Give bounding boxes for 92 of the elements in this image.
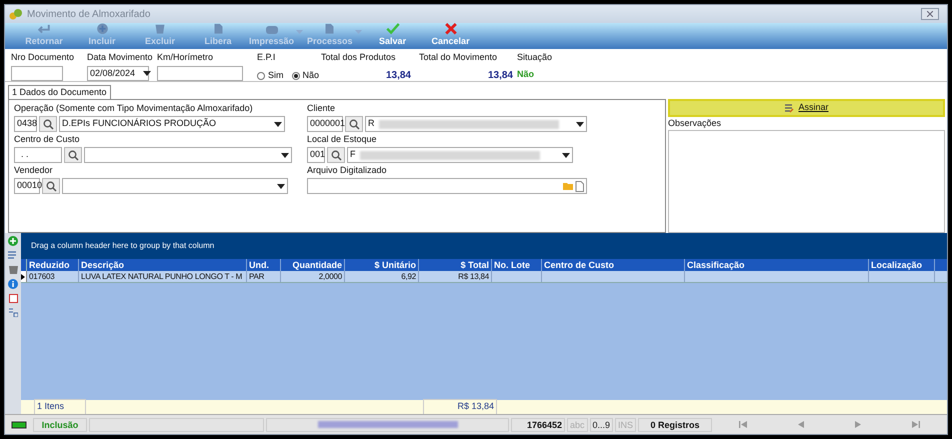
row-pointer-icon	[21, 274, 25, 280]
last-icon	[912, 421, 920, 428]
caret-icon	[143, 71, 152, 76]
search-icon	[330, 150, 342, 160]
caret-icon	[576, 122, 584, 126]
total-value: 13,84	[486, 69, 514, 83]
dropdown-value: F	[350, 148, 356, 162]
trash-icon[interactable]	[8, 265, 18, 274]
code-field[interactable]: . .	[14, 147, 62, 163]
field-label: Situação	[517, 51, 552, 64]
file-field[interactable]	[307, 178, 587, 194]
close-button[interactable]	[921, 8, 939, 20]
check-icon	[386, 23, 400, 34]
first-icon	[738, 421, 747, 428]
document-icon	[575, 180, 584, 192]
search-button[interactable]	[42, 178, 60, 194]
search-icon	[68, 150, 78, 160]
list-icon[interactable]	[8, 251, 18, 260]
key-indicator: INS	[615, 418, 636, 432]
table-cell: PAR	[247, 271, 281, 282]
record-count: 0 Registros	[638, 418, 712, 432]
caret-icon	[296, 30, 304, 34]
caret-icon	[562, 152, 570, 158]
caret-icon	[277, 184, 285, 188]
table-cell: 6,92	[345, 271, 419, 282]
dropdown-field[interactable]	[84, 147, 292, 163]
search-button[interactable]	[327, 147, 345, 163]
search-button[interactable]	[64, 147, 82, 163]
return-arrow-icon	[37, 23, 51, 34]
mode-label: Inclusão	[33, 418, 87, 432]
search-button[interactable]	[39, 116, 57, 132]
table-cell: R$ 13,84	[419, 271, 492, 282]
search-button[interactable]	[345, 116, 363, 132]
field-label: Operação (Somente com Tipo Movimentação Almoxarifado)	[14, 102, 254, 115]
search-icon	[42, 118, 54, 130]
dropdown-field[interactable]: F	[347, 147, 573, 163]
notes-field[interactable]	[668, 130, 945, 233]
record-number: 1766452	[511, 418, 565, 432]
grid-icon[interactable]	[8, 308, 18, 317]
field-label: Cliente	[307, 102, 336, 115]
previous-icon	[796, 421, 805, 428]
app-logo-icon	[9, 8, 23, 20]
add-icon[interactable]	[8, 236, 18, 246]
table-cell: 2,0000	[281, 271, 345, 282]
next-icon	[854, 421, 862, 428]
group-hint: Drag a column header here to group by that column	[31, 240, 214, 252]
field-label: Total dos Produtos	[321, 51, 397, 64]
folder-icon	[563, 182, 573, 190]
tab[interactable]: 1 Dados do Documento	[8, 85, 111, 99]
code-field[interactable]: 0000001	[307, 116, 343, 132]
field-label: Km/Horímetro	[157, 51, 214, 64]
key-indicator: 0...9	[590, 418, 614, 432]
status-value: Não	[517, 68, 536, 81]
sign-icon	[784, 104, 794, 112]
field-label: Total do Movimento	[419, 51, 498, 64]
code-field[interactable]: 001	[307, 147, 325, 163]
close-icon	[927, 11, 933, 17]
field-label: Centro de Custo	[14, 133, 81, 146]
text-field[interactable]	[157, 66, 243, 81]
document-icon	[212, 23, 224, 34]
code-field[interactable]: 0438	[14, 116, 37, 132]
caret-icon	[354, 30, 362, 34]
radio-option[interactable]: Não	[292, 69, 320, 82]
field-label: E.P.I	[257, 51, 276, 64]
field-label: Observações	[668, 117, 722, 130]
key-indicator: abc	[567, 418, 588, 432]
field-label: Nro Documento	[11, 51, 76, 64]
radio-option[interactable]: Sim	[257, 69, 284, 82]
caret-icon	[274, 122, 282, 126]
dropdown-field[interactable]: D.EPIs FUNCIONÁRIOS PRODUÇÃO	[59, 116, 285, 132]
text-field[interactable]	[11, 66, 63, 81]
caret-icon	[281, 152, 289, 158]
info-icon[interactable]	[8, 279, 18, 289]
field-label: Vendedor	[14, 164, 54, 177]
sign-button[interactable]: Assinar	[668, 99, 945, 117]
field-label: Arquivo Digitalizado	[307, 164, 388, 177]
field-label: Local de Estoque	[307, 133, 378, 146]
table-cell: 017603	[27, 271, 79, 282]
dropdown-value: D.EPIs FUNCIONÁRIOS PRODUÇÃO	[62, 117, 216, 130]
total-value: 13,84	[384, 69, 412, 83]
search-icon	[348, 118, 360, 130]
dropdown-field[interactable]	[62, 178, 288, 194]
date-field[interactable]: 02/08/2024	[87, 66, 149, 81]
dropdown-value: R	[368, 117, 374, 130]
window-title: Movimento de Almoxarifado	[27, 8, 150, 22]
add-icon	[96, 23, 108, 34]
close-icon	[444, 23, 457, 34]
search-icon	[46, 180, 56, 192]
dropdown-field[interactable]: R	[365, 116, 587, 132]
code-field[interactable]: 00010	[14, 178, 40, 194]
table-cell: LUVA LATEX NATURAL PUNHO LONGO T - M	[79, 271, 247, 282]
field-label: Data Movimento	[87, 51, 154, 64]
